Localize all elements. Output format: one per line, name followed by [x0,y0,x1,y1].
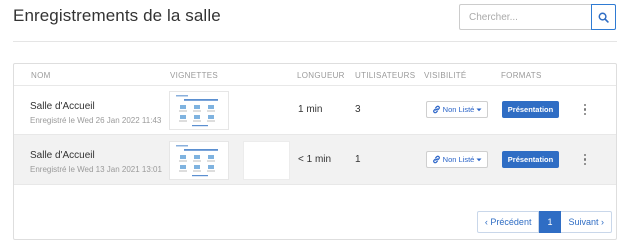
search-group [459,4,625,30]
visibility-label: Non Listé [442,105,475,114]
recording-thumbnail[interactable] [169,91,229,130]
column-header-thumbnails: VIGNETTES [170,71,219,80]
link-icon [432,155,440,164]
visibility-dropdown[interactable]: Non Listé [426,151,488,168]
thumbnail-preview [176,95,218,127]
thumbnail-preview [176,145,218,177]
caret-down-icon [476,108,482,111]
page-title: Enregistrements de la salle [13,6,221,25]
more-vertical-icon[interactable] [580,151,590,168]
recordings-table: NOM VIGNETTES LONGUEUR UTILISATEURS VISI… [13,63,617,240]
link-icon [432,105,440,114]
column-header-name: NOM [31,71,51,80]
recording-users: 3 [355,104,361,115]
recording-thumbnail[interactable] [169,141,229,180]
search-input[interactable] [459,4,591,30]
recording-thumbnail-blank[interactable] [243,141,290,180]
search-button[interactable] [591,4,616,30]
recording-date: Enregistré le Wed 13 Jan 2021 13:01 [30,165,162,174]
pagination-next[interactable]: Suivant › [561,211,612,233]
format-presentation-button[interactable]: Présentation [502,101,559,118]
recording-name: Salle d'Accueil [30,101,95,112]
column-header-users: UTILISATEURS [355,71,416,80]
caret-down-icon [476,158,482,161]
column-header-length: LONGUEUR [297,71,345,80]
format-presentation-button[interactable]: Présentation [502,151,559,168]
search-icon [598,12,609,23]
pagination-previous[interactable]: ‹ Précédent [476,211,540,233]
column-header-visibility: VISIBILITÉ [424,71,467,80]
column-header-formats: FORMATS [501,71,542,80]
visibility-label: Non Listé [442,155,475,164]
recording-length: < 1 min [298,154,332,165]
pagination-page-1[interactable]: 1 [539,211,562,233]
visibility-dropdown[interactable]: Non Listé [426,101,488,118]
recording-name: Salle d'Accueil [30,150,95,161]
table-header: NOM VIGNETTES LONGUEUR UTILISATEURS VISI… [14,64,616,86]
recording-users: 1 [355,154,361,165]
table-row: Salle d'Accueil Enregistré le Wed 26 Jan… [14,86,616,135]
pagination: ‹ Précédent 1 Suivant › [476,211,612,233]
recordings-page: Enregistrements de la salle NOM VIGNETTE… [0,0,630,246]
recording-length: 1 min [298,104,323,115]
recording-date: Enregistré le Wed 26 Jan 2022 11:43 [30,116,162,125]
page-header: Enregistrements de la salle [13,0,617,42]
table-row: Salle d'Accueil Enregistré le Wed 13 Jan… [14,135,616,185]
more-vertical-icon[interactable] [580,101,590,118]
header-divider [13,41,617,42]
